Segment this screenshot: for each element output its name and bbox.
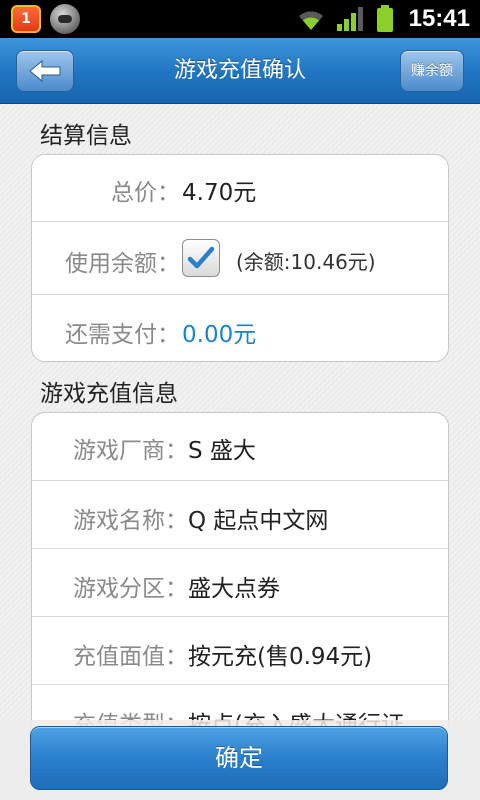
notification-count: 1 — [21, 11, 31, 27]
back-button[interactable] — [16, 50, 74, 92]
total-price-value: 4.70元 — [182, 180, 257, 206]
title-bar: 游戏充值确认 赚余额 — [0, 38, 480, 104]
back-arrow-icon — [29, 59, 61, 83]
game-zone-value: 盛大点券 — [188, 576, 280, 602]
confirm-button[interactable]: 确定 — [30, 726, 448, 790]
settlement-section-title: 结算信息 — [40, 123, 132, 149]
balance-note: (余额:10.46元) — [236, 250, 376, 274]
app-notification-icon[interactable] — [50, 4, 80, 34]
signal-icon — [337, 7, 363, 31]
battery-icon — [377, 5, 393, 32]
game-name-label: 游戏名称： — [73, 508, 188, 534]
list-item: 游戏名称： Q 起点中文网 — [32, 481, 448, 549]
list-item: 游戏分区： 盛大点券 — [32, 549, 448, 617]
settlement-card: 总价： 4.70元 使用余额： (余额:10.46元) 还需支付： 0.00元 — [31, 154, 449, 362]
game-zone-label: 游戏分区： — [73, 576, 188, 602]
page-title: 游戏充值确认 — [173, 58, 306, 83]
list-item: 充值面值： 按元充(售0.94元) — [32, 617, 448, 685]
face-value-label: 充值面值： — [73, 644, 188, 670]
use-balance-checkbox[interactable] — [182, 239, 220, 277]
wifi-icon — [299, 11, 323, 30]
list-item: 游戏厂商： S 盛大 — [32, 413, 448, 481]
remaining-payment-value: 0.00元 — [182, 322, 257, 348]
game-vendor-label: 游戏厂商： — [73, 438, 188, 464]
recharge-section-title: 游戏充值信息 — [40, 381, 178, 407]
status-bar: 1 15:41 — [0, 0, 480, 38]
total-price-row: 总价： 4.70元 — [32, 155, 448, 222]
use-balance-label: 使用余额： — [65, 251, 180, 277]
recharge-card: 游戏厂商： S 盛大 游戏名称： Q 起点中文网 游戏分区： 盛大点券 充值面值… — [31, 412, 449, 728]
total-price-label: 总价： — [111, 180, 180, 206]
game-vendor-value: S 盛大 — [188, 438, 256, 464]
checkmark-icon — [187, 246, 215, 269]
remaining-payment-label: 还需支付： — [65, 322, 180, 348]
notification-badge-icon[interactable]: 1 — [11, 5, 41, 33]
remaining-payment-row: 还需支付： 0.00元 — [32, 295, 448, 361]
earn-balance-button[interactable]: 赚余额 — [400, 50, 464, 92]
game-name-value: Q 起点中文网 — [188, 508, 329, 534]
content-scroll-area[interactable]: 结算信息 总价： 4.70元 使用余额： (余额:10.46元) 还需支付： 0… — [0, 104, 480, 728]
use-balance-row: 使用余额： (余额:10.46元) — [32, 222, 448, 295]
face-value-value: 按元充(售0.94元) — [188, 644, 373, 670]
status-time: 15:41 — [408, 5, 470, 32]
